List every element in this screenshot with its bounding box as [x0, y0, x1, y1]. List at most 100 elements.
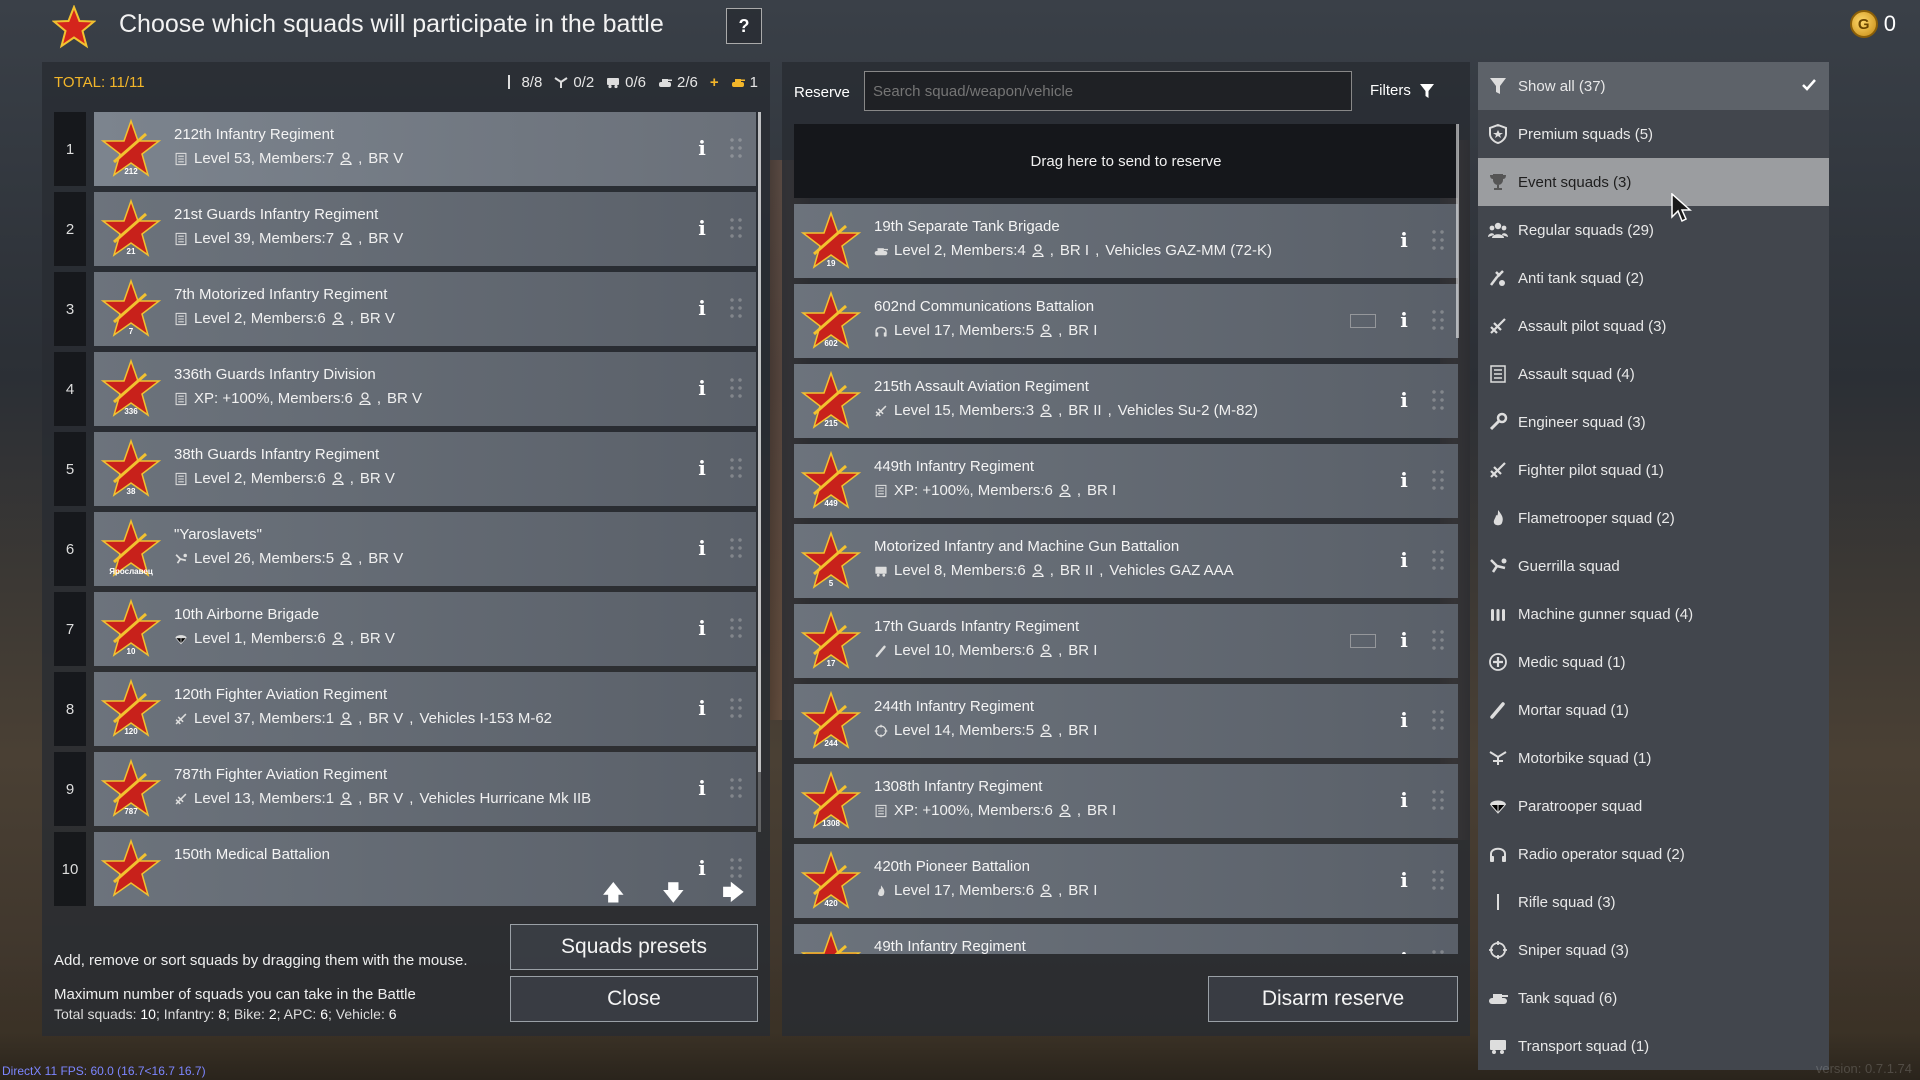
info-icon[interactable]: i [1398, 308, 1410, 332]
search-input[interactable] [864, 71, 1352, 111]
squad-list-scroll-thumb[interactable] [758, 112, 761, 772]
battle-squad-row[interactable]: 4 336 336th Guards Infantry Division XP:… [54, 352, 756, 426]
help-button[interactable]: ? [726, 8, 762, 44]
squad-card[interactable]: 212 212th Infantry Regiment Level 53, Me… [94, 112, 756, 186]
info-icon[interactable]: i [1398, 548, 1410, 572]
info-icon[interactable]: i [696, 696, 708, 720]
filters-button[interactable]: Filters [1370, 82, 1435, 99]
drag-handle-icon[interactable] [728, 136, 744, 160]
reserve-squad-row[interactable]: 215 215th Assault Aviation Regiment Leve… [794, 364, 1458, 438]
reserve-squad-row[interactable]: 5 Motorized Infantry and Machine Gun Bat… [794, 524, 1458, 598]
squad-card[interactable]: 21 21st Guards Infantry Regiment Level 3… [94, 192, 756, 266]
drag-handle-icon[interactable] [1430, 468, 1446, 492]
battle-squad-row[interactable]: 8 120 120th Fighter Aviation Regiment Le… [54, 672, 756, 746]
move-to-reserve-button[interactable]: 🡆 [722, 882, 745, 904]
drag-handle-icon[interactable] [1430, 308, 1446, 332]
battle-squad-row[interactable]: 2 21 21st Guards Infantry Regiment Level… [54, 192, 756, 266]
reserve-squad-row[interactable]: 49th Infantry Regiment i [794, 924, 1458, 954]
info-icon[interactable]: i [1398, 868, 1410, 892]
filter-option[interactable]: Assault pilot squad (3) [1478, 302, 1829, 350]
squad-card[interactable]: Ярославец "Yaroslavets" Level 26, Member… [94, 512, 756, 586]
compare-icon[interactable] [1350, 314, 1376, 328]
filter-option[interactable]: Flametrooper squad (2) [1478, 494, 1829, 542]
drag-handle-icon[interactable] [1430, 868, 1446, 892]
drag-handle-icon[interactable] [728, 376, 744, 400]
reserve-squad-row[interactable]: 420 420th Pioneer Battalion Level 17, Me… [794, 844, 1458, 918]
squad-card[interactable]: 10 10th Airborne Brigade Level 1, Member… [94, 592, 756, 666]
filter-option[interactable]: Event squads (3) [1478, 158, 1829, 206]
info-icon[interactable]: i [696, 216, 708, 240]
squads-presets-button[interactable]: Squads presets [510, 924, 758, 970]
reserve-squad-row[interactable]: 244 244th Infantry Regiment Level 14, Me… [794, 684, 1458, 758]
reserve-scrollbar[interactable] [1456, 124, 1459, 338]
drag-handle-icon[interactable] [1430, 548, 1446, 572]
drag-handle-icon[interactable] [1430, 708, 1446, 732]
filter-option[interactable]: Assault squad (4) [1478, 350, 1829, 398]
info-icon[interactable]: i [1398, 468, 1410, 492]
info-icon[interactable]: i [696, 776, 708, 800]
drag-handle-icon[interactable] [1430, 788, 1446, 812]
drag-handle-icon[interactable] [728, 616, 744, 640]
squad-card[interactable]: 120 120th Fighter Aviation Regiment Leve… [94, 672, 756, 746]
info-icon[interactable]: i [1398, 948, 1410, 954]
filter-option[interactable]: Sniper squad (3) [1478, 926, 1829, 974]
reserve-squad-row[interactable]: 449 449th Infantry Regiment XP: +100%, M… [794, 444, 1458, 518]
info-icon[interactable]: i [696, 296, 708, 320]
squad-card[interactable]: 787 787th Fighter Aviation Regiment Leve… [94, 752, 756, 826]
reserve-drop-zone[interactable]: Drag here to send to reserve [794, 124, 1458, 198]
filter-option[interactable]: Show all (37) [1478, 62, 1829, 110]
filter-option[interactable]: Premium squads (5) [1478, 110, 1829, 158]
battle-squad-row[interactable]: 1 212 212th Infantry Regiment Level 53, … [54, 112, 756, 186]
filter-option[interactable]: Medic squad (1) [1478, 638, 1829, 686]
filter-option[interactable]: Regular squads (29) [1478, 206, 1829, 254]
filter-option[interactable]: Machine gunner squad (4) [1478, 590, 1829, 638]
close-button[interactable]: Close [510, 976, 758, 1022]
battle-squad-row[interactable]: 9 787 787th Fighter Aviation Regiment Le… [54, 752, 756, 826]
move-down-button[interactable]: 🡇 [662, 882, 685, 904]
info-icon[interactable]: i [696, 616, 708, 640]
battle-squad-row[interactable]: 5 38 38th Guards Infantry Regiment Level… [54, 432, 756, 506]
battle-squad-row[interactable]: 3 7 7th Motorized Infantry Regiment Leve… [54, 272, 756, 346]
squad-card[interactable]: 38 38th Guards Infantry Regiment Level 2… [94, 432, 756, 506]
filter-option[interactable]: Motorbike squad (1) [1478, 734, 1829, 782]
drag-handle-icon[interactable] [728, 776, 744, 800]
disarm-reserve-button[interactable]: Disarm reserve [1208, 976, 1458, 1022]
drag-handle-icon[interactable] [728, 856, 744, 880]
filter-option[interactable]: Rifle squad (3) [1478, 878, 1829, 926]
filter-option[interactable]: Fighter pilot squad (1) [1478, 446, 1829, 494]
info-icon[interactable]: i [696, 376, 708, 400]
info-icon[interactable]: i [696, 456, 708, 480]
info-icon[interactable]: i [1398, 228, 1410, 252]
filter-option[interactable]: Mortar squad (1) [1478, 686, 1829, 734]
filter-option[interactable]: Guerrilla squad [1478, 542, 1829, 590]
reserve-squad-row[interactable]: 602 602nd Communications Battalion Level… [794, 284, 1458, 358]
filter-option[interactable]: Tank squad (6) [1478, 974, 1829, 1022]
filter-option[interactable]: Anti tank squad (2) [1478, 254, 1829, 302]
squad-card[interactable]: 7 7th Motorized Infantry Regiment Level … [94, 272, 756, 346]
drag-handle-icon[interactable] [1430, 388, 1446, 412]
compare-icon[interactable] [1350, 634, 1376, 648]
info-icon[interactable]: i [696, 856, 708, 880]
filter-option[interactable]: Engineer squad (3) [1478, 398, 1829, 446]
squad-card[interactable]: 336 336th Guards Infantry Division XP: +… [94, 352, 756, 426]
move-up-button[interactable]: 🡅 [602, 882, 625, 904]
drag-handle-icon[interactable] [1430, 228, 1446, 252]
battle-squad-row[interactable]: 7 10 10th Airborne Brigade Level 1, Memb… [54, 592, 756, 666]
filter-option[interactable]: Transport squad (1) [1478, 1022, 1829, 1070]
reserve-squad-row[interactable]: 19 19th Separate Tank Brigade Level 2, M… [794, 204, 1458, 278]
filter-option[interactable]: Radio operator squad (2) [1478, 830, 1829, 878]
info-icon[interactable]: i [1398, 788, 1410, 812]
info-icon[interactable]: i [696, 136, 708, 160]
battle-squad-row[interactable]: 6 Ярославец "Yaroslavets" Level 26, Memb… [54, 512, 756, 586]
reserve-squad-row[interactable]: 1308 1308th Infantry Regiment XP: +100%,… [794, 764, 1458, 838]
drag-handle-icon[interactable] [728, 696, 744, 720]
info-icon[interactable]: i [696, 536, 708, 560]
drag-handle-icon[interactable] [728, 216, 744, 240]
drag-handle-icon[interactable] [728, 296, 744, 320]
reserve-squad-row[interactable]: 17 17th Guards Infantry Regiment Level 1… [794, 604, 1458, 678]
drag-handle-icon[interactable] [1430, 948, 1446, 954]
drag-handle-icon[interactable] [728, 456, 744, 480]
info-icon[interactable]: i [1398, 388, 1410, 412]
drag-handle-icon[interactable] [1430, 628, 1446, 652]
filter-option[interactable]: Paratrooper squad [1478, 782, 1829, 830]
